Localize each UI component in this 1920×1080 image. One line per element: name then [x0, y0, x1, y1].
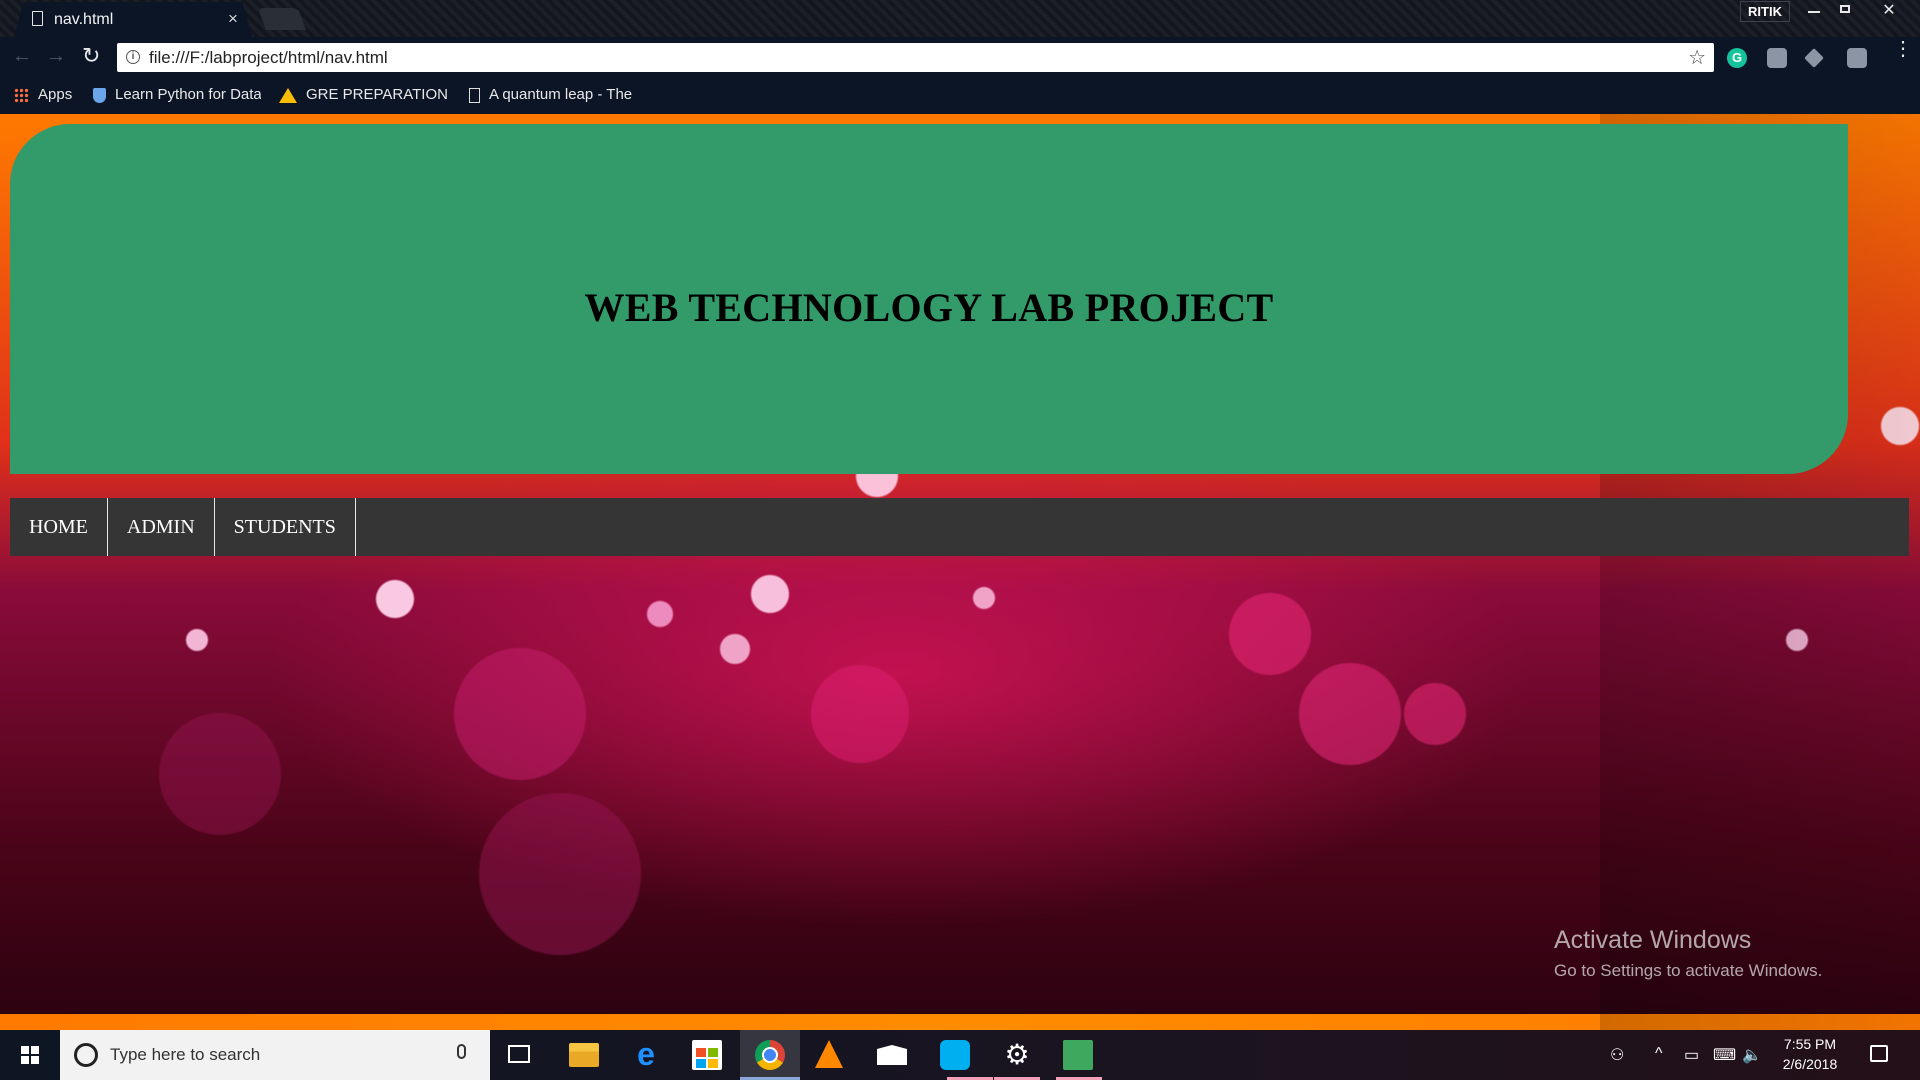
bookmark-gre-preparation[interactable]: GRE PREPARATION M: [279, 86, 451, 103]
microphone-icon[interactable]: [457, 1044, 466, 1059]
watermark-title: Activate Windows: [1554, 926, 1752, 954]
search-placeholder: Type here to search: [110, 1045, 261, 1064]
google-drive-icon: [279, 87, 297, 103]
chrome-icon[interactable]: [755, 1040, 785, 1070]
background-stripe: [0, 1014, 1920, 1030]
settings-icon[interactable]: ⚙: [1002, 1038, 1032, 1070]
minimize-icon[interactable]: [1797, 0, 1831, 21]
browser-title-bar: nav.html × RITIK ✕: [0, 0, 1920, 37]
nav-link-admin[interactable]: ADMIN: [108, 498, 215, 556]
shield-icon: [93, 87, 106, 103]
info-icon[interactable]: i: [126, 50, 140, 64]
page-title: WEB TECHNOLOGY LAB PROJECT: [584, 285, 1274, 330]
forward-arrow-icon[interactable]: →: [46, 46, 66, 66]
vlc-icon[interactable]: [815, 1040, 843, 1068]
page-header: WEB TECHNOLOGY LAB PROJECT: [10, 124, 1848, 474]
document-icon: [32, 11, 43, 26]
close-window-icon[interactable]: ✕: [1872, 0, 1906, 21]
skype-icon[interactable]: [940, 1040, 970, 1070]
clock-date: 2/6/2018: [1782, 1056, 1838, 1072]
bookmark-star-icon[interactable]: ☆: [1688, 45, 1706, 70]
reload-icon[interactable]: ↻: [82, 45, 100, 67]
start-button[interactable]: [0, 1030, 60, 1080]
bookmarks-bar: Apps Learn Python for Data GRE PREPARATI…: [0, 79, 1920, 114]
spreadsheet-app-icon[interactable]: [1063, 1040, 1093, 1070]
edge-browser-icon[interactable]: e: [631, 1036, 661, 1072]
people-icon[interactable]: ⚇: [1610, 1045, 1624, 1065]
profile-button[interactable]: RITIK: [1740, 1, 1790, 22]
apps-grid-icon: [14, 87, 29, 103]
grammarly-extension-icon[interactable]: G: [1727, 48, 1747, 68]
address-bar[interactable]: i file:///F:/labproject/html/nav.html ☆: [117, 43, 1714, 72]
watermark-subtitle: Go to Settings to activate Windows.: [1554, 961, 1823, 980]
back-arrow-icon[interactable]: ←: [12, 46, 32, 66]
nav-link-students[interactable]: STUDENTS: [215, 498, 356, 556]
browser-menu-icon[interactable]: ⋮: [1893, 39, 1913, 59]
browser-toolbar: ← → ↻ i file:///F:/labproject/html/nav.h…: [0, 37, 1920, 79]
file-explorer-icon[interactable]: [569, 1043, 599, 1067]
cortana-icon: [74, 1043, 98, 1067]
taskbar-clock[interactable]: 7:55 PM 2/6/2018: [1775, 1034, 1845, 1074]
restore-icon[interactable]: [1828, 0, 1862, 21]
task-view-icon[interactable]: [508, 1045, 530, 1063]
taskbar-search-box[interactable]: Type here to search: [60, 1030, 490, 1080]
action-center-icon[interactable]: [1870, 1045, 1888, 1062]
extension-icon[interactable]: [1767, 48, 1787, 68]
store-icon[interactable]: [692, 1040, 722, 1070]
document-icon: [469, 87, 480, 103]
bookmark-apps[interactable]: Apps: [14, 86, 84, 103]
network-icon[interactable]: ⌨: [1713, 1045, 1736, 1065]
extension-lock-icon[interactable]: [1847, 48, 1867, 68]
windows-logo-icon: [21, 1046, 39, 1064]
volume-icon[interactable]: 🔈: [1742, 1045, 1762, 1065]
windows-taskbar: Type here to search e ⚙ ⚇ ^ ▭ ⌨ 🔈 7:55 P…: [0, 1030, 1920, 1080]
chevron-up-icon[interactable]: ^: [1655, 1045, 1663, 1063]
new-tab-button[interactable]: [257, 8, 307, 30]
bookmark-quantum-leap[interactable]: A quantum leap - The: [469, 86, 637, 103]
nav-link-home[interactable]: HOME: [10, 498, 108, 556]
browser-tab[interactable]: nav.html ×: [14, 2, 252, 37]
mail-icon[interactable]: [877, 1045, 907, 1065]
tab-close-icon[interactable]: ×: [228, 9, 238, 29]
bookmark-learn-python[interactable]: Learn Python for Data: [93, 86, 261, 103]
site-navbar: HOME ADMIN STUDENTS: [10, 498, 1909, 556]
page-viewport: WEB TECHNOLOGY LAB PROJECT HOME ADMIN ST…: [0, 114, 1920, 1030]
activate-windows-watermark: Activate Windows Go to Settings to activ…: [1554, 926, 1822, 981]
clock-time: 7:55 PM: [1783, 1036, 1837, 1052]
battery-icon[interactable]: ▭: [1684, 1045, 1699, 1065]
url-text[interactable]: file:///F:/labproject/html/nav.html: [149, 48, 388, 68]
tab-title: nav.html: [54, 11, 114, 28]
extension-puzzle-icon[interactable]: [1804, 48, 1824, 68]
